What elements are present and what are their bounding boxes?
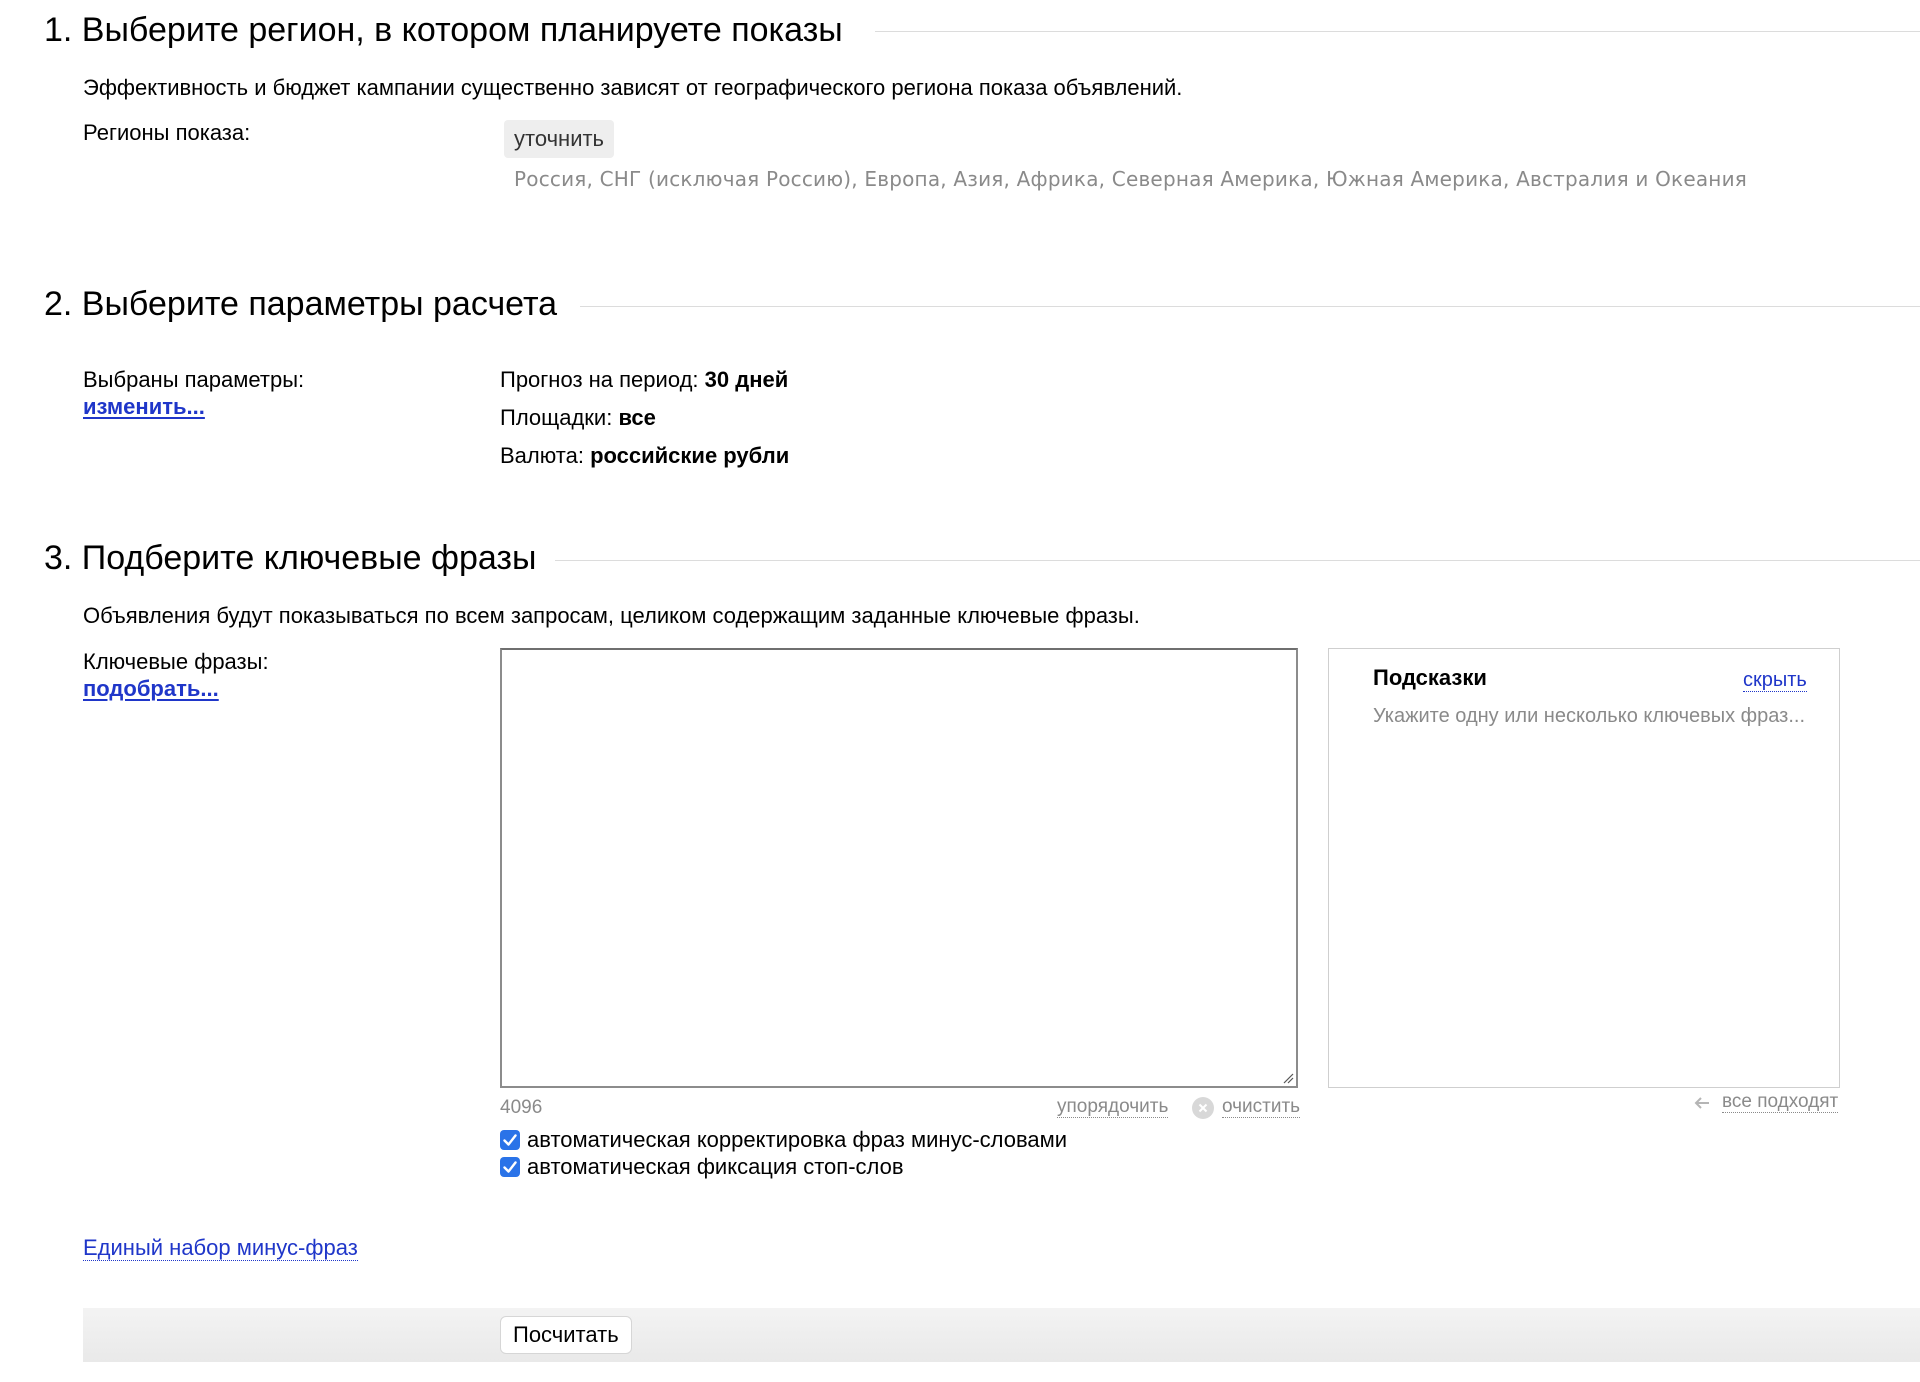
hints-title: Подсказки — [1373, 665, 1487, 690]
hide-hints-link[interactable]: скрыть — [1743, 669, 1807, 692]
stopwords-label[interactable]: автоматическая фиксация стоп-слов — [527, 1153, 904, 1181]
platforms-value: все — [618, 405, 656, 430]
checkmark-icon — [503, 1134, 517, 1146]
change-params-link[interactable]: изменить... — [83, 393, 205, 421]
stopwords-checkbox[interactable] — [500, 1157, 520, 1177]
platforms-label: Площадки: — [500, 405, 619, 430]
period-row: Прогноз на период: 30 дней — [500, 366, 788, 394]
section-1-description: Эффективность и бюджет кампании существе… — [83, 75, 1183, 100]
checkmark-icon — [503, 1161, 517, 1173]
keywords-textarea[interactable] — [500, 648, 1298, 1088]
period-label: Прогноз на период: — [500, 367, 705, 392]
currency-label: Валюта: — [500, 443, 591, 468]
currency-value: российские рубли — [590, 443, 790, 468]
regions-label: Регионы показа: — [83, 120, 251, 145]
period-value: 30 дней — [704, 367, 789, 392]
section-3-title: 3. Подберите ключевые фразы — [44, 539, 537, 577]
currency-row: Валюта: российские рубли — [500, 442, 789, 470]
section-3-description: Объявления будут показываться по всем за… — [83, 603, 1140, 628]
sort-link-wrapper: упорядочить — [1057, 1094, 1169, 1120]
pick-keywords-link[interactable]: подобрать... — [83, 675, 219, 703]
clear-link[interactable]: очистить — [1222, 1096, 1301, 1118]
char-counter: 4096 — [500, 1097, 543, 1118]
footer-bar — [83, 1308, 1920, 1362]
calculate-button[interactable]: Посчитать — [500, 1316, 632, 1354]
section-2-divider — [580, 306, 1920, 307]
clear-icon[interactable] — [1192, 1097, 1214, 1119]
keywords-label: Ключевые фразы: — [83, 649, 269, 674]
section-1-title: 1. Выберите регион, в котором планируете… — [44, 11, 843, 49]
sort-link[interactable]: упорядочить — [1057, 1096, 1169, 1118]
section-3-divider — [555, 560, 1920, 561]
all-fit-wrapper: все подходят — [1722, 1089, 1839, 1115]
hide-hints-wrapper: скрыть — [1743, 667, 1807, 693]
arrow-left-icon — [1694, 1097, 1709, 1109]
hints-placeholder: Укажите одну или несколько ключевых фраз… — [1373, 705, 1806, 727]
regions-value: Россия, СНГ (исключая Россию), Европа, А… — [514, 167, 1748, 191]
clear-cross-icon — [1198, 1103, 1208, 1113]
platforms-row: Площадки: все — [500, 404, 656, 432]
auto-correct-checkbox[interactable] — [500, 1130, 520, 1150]
auto-correct-label[interactable]: автоматическая корректировка фраз минус-… — [527, 1126, 1067, 1154]
section-1-divider — [875, 31, 1920, 32]
resize-grip-icon[interactable] — [1282, 1072, 1294, 1084]
all-fit-link[interactable]: все подходят — [1722, 1091, 1839, 1113]
section-2-title: 2. Выберите параметры расчета — [44, 285, 558, 323]
minus-phrases-link[interactable]: Единый набор минус-фраз — [83, 1235, 358, 1261]
clear-link-wrapper: очистить — [1222, 1094, 1301, 1120]
minus-phrases-wrapper: Единый набор минус-фраз — [83, 1233, 358, 1263]
refine-regions-button[interactable]: уточнить — [504, 120, 615, 158]
params-label: Выбраны параметры: — [83, 367, 305, 392]
